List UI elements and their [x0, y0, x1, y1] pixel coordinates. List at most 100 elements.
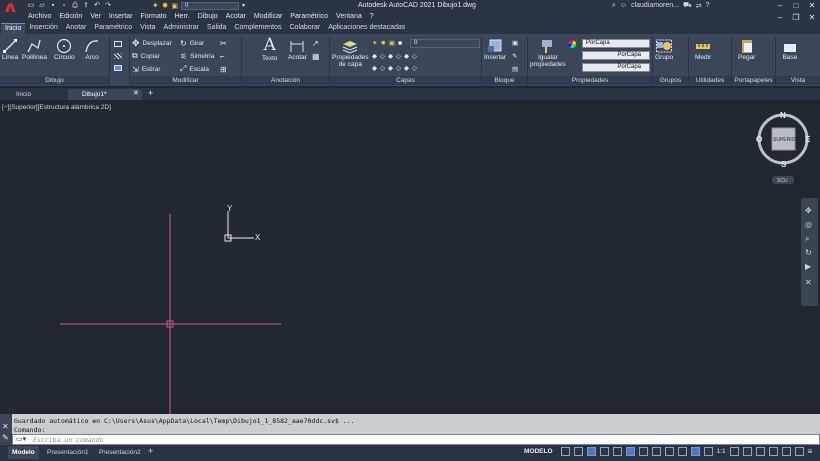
clipboard-panel-title[interactable]: Portapapeles: [732, 76, 775, 85]
layer-tool-icon-3[interactable]: ◆: [388, 52, 393, 60]
file-tab-start[interactable]: Inicio: [2, 89, 62, 100]
close-icon[interactable]: ✕: [804, 0, 820, 11]
layer-tool-icon-12[interactable]: ◇: [412, 64, 417, 72]
layer-tool-icon-7[interactable]: ◆: [372, 64, 377, 72]
layer-tool-icon-9[interactable]: ◆: [388, 64, 393, 72]
edit-block-icon[interactable]: ✎: [512, 51, 517, 61]
layer-tool-icon-11[interactable]: ◆: [404, 64, 409, 72]
osnap-icon[interactable]: [625, 447, 635, 456]
modify-panel-title[interactable]: Modificar: [130, 76, 241, 85]
groups-panel-title[interactable]: Grupos: [653, 76, 688, 85]
ribbon-tab-0[interactable]: Inicio: [1, 23, 26, 34]
polyline-button[interactable]: Polilínea: [22, 36, 47, 61]
undo-icon[interactable]: ↶: [93, 2, 101, 10]
menu-item-4[interactable]: Formato: [141, 13, 167, 20]
color-select[interactable]: PorCapa: [582, 39, 650, 48]
base-button[interactable]: Base: [782, 36, 798, 61]
paste-button[interactable]: Pegar: [738, 36, 755, 61]
move-button[interactable]: ✥ Desplazar: [132, 38, 172, 48]
share-icon[interactable]: ⇪: [82, 2, 90, 10]
layer-on-icon[interactable]: ✦: [372, 39, 377, 47]
current-layer-select[interactable]: 0: [410, 39, 480, 48]
save-as-icon[interactable]: ▫: [60, 2, 68, 10]
doc-close-icon[interactable]: ✕: [804, 12, 820, 23]
mirror-button[interactable]: ⚟ Simetría: [180, 51, 214, 61]
lineweight-icon[interactable]: [651, 447, 661, 456]
table-icon[interactable]: ▦: [312, 51, 320, 61]
gradient-icon[interactable]: [114, 63, 122, 73]
selection-cycling-icon[interactable]: [677, 447, 687, 456]
rotate-button[interactable]: ↻ Girar: [180, 38, 204, 48]
ribbon-tab-9[interactable]: Aplicaciones destacadas: [324, 23, 409, 34]
transparency-icon[interactable]: [664, 447, 674, 456]
dimension-button[interactable]: Acotar: [288, 36, 307, 61]
menu-item-8[interactable]: Modificar: [254, 13, 282, 20]
layer-tool-icon-8[interactable]: ◇: [380, 64, 385, 72]
ribbon-tab-5[interactable]: Administrar: [160, 23, 203, 34]
trim-icon[interactable]: ✂: [220, 38, 227, 48]
doc-restore-icon[interactable]: ❐: [788, 12, 804, 23]
doc-minimize-icon[interactable]: –: [772, 12, 788, 23]
menu-item-1[interactable]: Edición: [59, 13, 82, 20]
fillet-icon[interactable]: ⌐: [220, 51, 225, 61]
cart-icon[interactable]: ⛟: [683, 1, 692, 10]
plot-icon[interactable]: ⎙: [71, 2, 79, 10]
menu-item-5[interactable]: Herr.: [175, 13, 190, 20]
text-button[interactable]: A Texto: [262, 36, 278, 63]
arc-button[interactable]: Arco: [84, 36, 100, 61]
color-wheel-icon[interactable]: [568, 39, 576, 49]
rectangle-icon[interactable]: [114, 39, 122, 49]
linetype-select[interactable]: PorCapa: [582, 51, 650, 60]
quick-properties-icon[interactable]: [755, 447, 765, 456]
navigation-bar[interactable]: ✥ ◎ ⌕ ↻ ▶ ✕: [801, 198, 818, 306]
circle-button[interactable]: Círculo: [54, 36, 75, 61]
line-button[interactable]: Línea: [2, 36, 18, 61]
layer-quick-select[interactable]: ✦ ✹ ▣ 0 ▾: [152, 1, 252, 10]
open-file-icon[interactable]: ▱: [38, 2, 46, 10]
menu-item-7[interactable]: Acotar: [226, 13, 246, 20]
workspace-icon[interactable]: [729, 447, 739, 456]
snap-icon[interactable]: [573, 447, 583, 456]
menu-item-2[interactable]: Ver: [90, 13, 101, 20]
ribbon-tab-8[interactable]: Colaborar: [286, 23, 325, 34]
new-tab-icon[interactable]: +: [148, 88, 153, 98]
menu-item-10[interactable]: Ventana: [336, 13, 362, 20]
layout-tab-2[interactable]: Presentación2: [95, 446, 145, 459]
customize-menu-icon[interactable]: ≡: [808, 447, 813, 456]
ucs-icon[interactable]: [224, 211, 254, 242]
layer-tool-icon-5[interactable]: ◆: [404, 52, 409, 60]
navbar-pan-icon[interactable]: ✥: [805, 206, 812, 215]
command-prompt-icon[interactable]: ▭▾: [16, 435, 26, 443]
viewcube-face-label[interactable]: SUPERIOR: [773, 137, 800, 143]
navbar-orbit-icon[interactable]: ↻: [805, 248, 812, 257]
grid-icon[interactable]: [560, 447, 570, 456]
menu-item-3[interactable]: Insertar: [109, 13, 133, 20]
layer-color-icon[interactable]: ■: [398, 40, 402, 47]
search-icon[interactable]: ⌕: [612, 2, 616, 10]
properties-panel-title[interactable]: Propiedades: [528, 76, 652, 85]
layer-lock-icon[interactable]: ▣: [389, 39, 395, 47]
drawing-canvas[interactable]: [−][Superior][Estructura alámbrica 2D] Y…: [0, 100, 820, 414]
annotation-visibility-icon[interactable]: [690, 447, 700, 456]
draw-panel-title[interactable]: Dibujo: [0, 76, 109, 85]
menu-item-0[interactable]: Archivo: [28, 13, 51, 20]
ribbon-tab-3[interactable]: Paramétrico: [90, 23, 136, 34]
match-properties-button[interactable]: Igualar propiedades: [530, 36, 566, 68]
layer-tool-icon-6[interactable]: ◇: [412, 52, 417, 60]
layout-tab-1[interactable]: Presentación1: [43, 446, 93, 459]
exchange-icon[interactable]: ⇄: [696, 2, 702, 10]
ribbon-tab-2[interactable]: Anotar: [62, 23, 91, 34]
leader-icon[interactable]: ↗: [312, 38, 319, 48]
chevron-down-icon[interactable]: ▾: [242, 2, 245, 9]
layer-select[interactable]: 0: [181, 1, 240, 10]
layer-tool-icon-1[interactable]: ◆: [372, 52, 377, 60]
model-space-toggle[interactable]: MODELO: [524, 448, 553, 455]
command-close-icon[interactable]: ✕: [2, 422, 9, 431]
ortho-icon[interactable]: [586, 447, 596, 456]
ribbon-tab-6[interactable]: Salida: [203, 23, 230, 34]
insert-button[interactable]: Insertar: [484, 36, 506, 61]
file-tab-drawing[interactable]: Dibujo1*: [68, 89, 142, 100]
utilities-panel-title[interactable]: Utilidades: [689, 76, 731, 85]
add-layout-icon[interactable]: +: [148, 446, 153, 456]
annotation-scale-icon[interactable]: [703, 447, 713, 456]
